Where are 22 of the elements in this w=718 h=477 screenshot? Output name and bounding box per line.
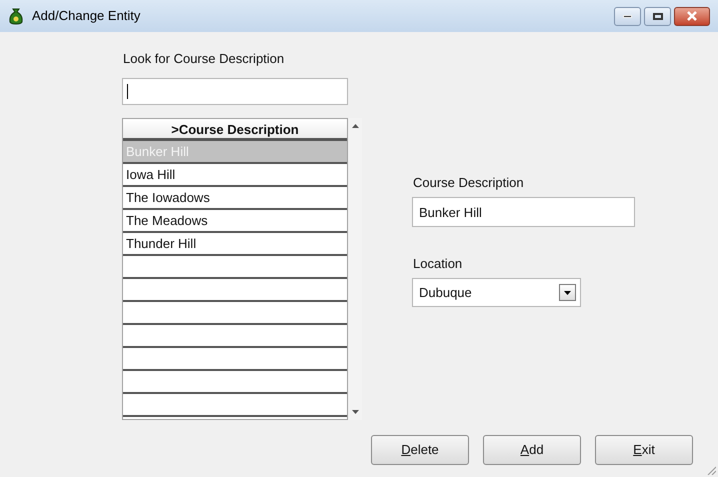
course-description-field[interactable]: Bunker Hill <box>412 197 635 227</box>
money-bag-icon <box>8 7 24 25</box>
field-label: Location <box>413 256 462 272</box>
close-icon[interactable] <box>686 11 698 21</box>
caret-icon[interactable] <box>564 290 571 294</box>
maximize-icon[interactable] <box>652 12 662 20</box>
search-field[interactable] <box>122 78 348 105</box>
column-header[interactable]: >Course Description <box>123 119 347 141</box>
window-title: Add/Change Entity <box>32 7 140 26</box>
maximize-button[interactable] <box>644 6 671 26</box>
delete-button[interactable]: Delete <box>371 435 469 465</box>
add-button[interactable]: Add <box>483 435 581 465</box>
scroll-up-icon[interactable] <box>352 124 358 128</box>
exit-button[interactable]: Exit <box>595 435 693 465</box>
resize-grip-icon[interactable] <box>706 465 716 475</box>
text-cursor <box>127 84 128 99</box>
scroll-down-icon[interactable] <box>352 410 358 414</box>
minimize-icon[interactable] <box>623 14 632 18</box>
field-label: Look for Course Description <box>123 51 284 67</box>
close-button[interactable] <box>674 6 710 26</box>
field-label: Course Description <box>413 175 524 191</box>
location-dropdown[interactable]: Dubuque <box>412 278 581 307</box>
